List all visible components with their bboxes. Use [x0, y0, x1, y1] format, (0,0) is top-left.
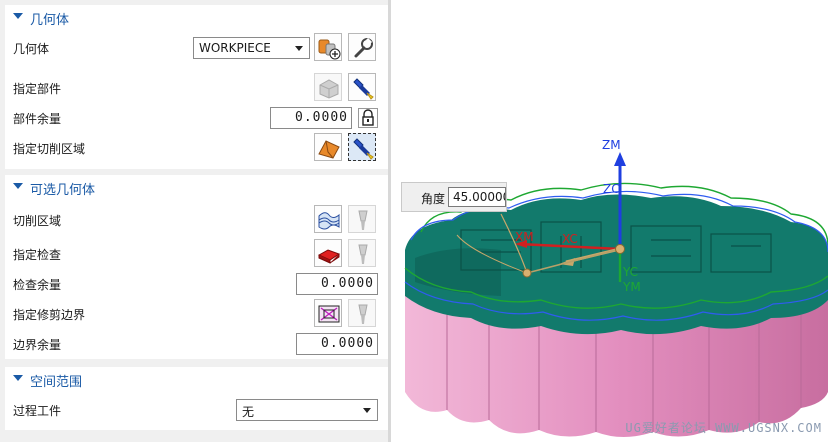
check-row: 指定检查 [5, 239, 388, 269]
select-part-button[interactable] [314, 73, 342, 101]
check-geometry-icon [317, 249, 341, 264]
cut-region-label: 切削区域 [13, 214, 62, 228]
model-render [404, 152, 828, 437]
geometry-select-value: WORKPIECE [199, 41, 271, 55]
lock-icon [362, 109, 374, 126]
chevron-down-icon [295, 46, 303, 51]
part-stock-label: 部件余量 [13, 112, 62, 126]
edit-geometry-button[interactable] [348, 33, 376, 61]
flashlight-icon [353, 138, 374, 160]
flashlight-icon [358, 210, 368, 230]
trim-boundary-row: 指定修剪边界 [5, 299, 388, 329]
chevron-down-icon [363, 408, 371, 413]
section-title: 可选几何体 [30, 183, 96, 198]
check-stock-label: 检查余量 [13, 278, 62, 292]
ipw-select-value: 无 [242, 405, 255, 419]
trim-boundary-label: 指定修剪边界 [13, 308, 86, 322]
show-cut-area-button[interactable] [348, 133, 376, 161]
watermark-text: UG爱好者论坛 WWW.UGSNX.COM [625, 421, 822, 435]
axis-label-zm: ZM [602, 138, 621, 152]
ipw-label: 过程工件 [13, 404, 62, 418]
graphics-viewport[interactable]: ZM ZC XM XC YC YM 角度 45.000000 UG爱好者论坛 W… [391, 0, 828, 442]
axis-label-xc: XC [562, 232, 578, 246]
trim-stock-row: 边界余量 0.0000 [5, 329, 388, 359]
cut-area-icon [318, 140, 340, 159]
part-row: 指定部件 [5, 73, 388, 103]
create-geometry-icon [318, 39, 341, 60]
axis-label-ym: YM [623, 280, 641, 294]
ipw-select[interactable]: 无 [236, 399, 378, 421]
cut-area-row: 指定切削区域 [5, 133, 388, 163]
flashlight-icon [358, 304, 368, 324]
part-label: 指定部件 [13, 82, 62, 96]
trim-stock-input[interactable]: 0.0000 [296, 333, 378, 355]
geometry-section-header[interactable]: 几何体 [5, 5, 388, 31]
select-cut-area-button[interactable] [314, 133, 342, 161]
check-stock-row: 检查余量 0.0000 [5, 269, 388, 299]
optional-geometry-section: 可选几何体 切削区域 指定检查 检查余量 0.0000 指定修剪边界 边界余量 … [5, 175, 388, 359]
show-check-button[interactable] [348, 239, 376, 267]
select-trim-boundary-button[interactable] [314, 299, 342, 327]
collapse-caret-icon[interactable] [13, 13, 23, 19]
angle-label: 角度 [421, 192, 446, 206]
optional-geometry-header[interactable]: 可选几何体 [5, 175, 388, 201]
ipw-row: 过程工件 无 [5, 395, 388, 425]
show-cut-region-button[interactable] [348, 205, 376, 233]
cut-area-label: 指定切削区域 [13, 142, 86, 156]
check-label: 指定检查 [13, 248, 62, 262]
section-title: 几何体 [30, 13, 70, 28]
check-stock-input[interactable]: 0.0000 [296, 273, 378, 295]
trim-boundary-icon [318, 305, 340, 323]
cut-region-row: 切削区域 [5, 205, 388, 235]
collapse-caret-icon[interactable] [13, 375, 23, 381]
section-title: 空间范围 [30, 375, 83, 390]
operation-dialog-panel: 几何体 几何体 WORKPIECE 指定部件 部件余量 0.0000 指定切削区… [0, 0, 391, 442]
spatial-range-header[interactable]: 空间范围 [5, 367, 388, 393]
create-geometry-button[interactable] [314, 33, 342, 61]
spatial-range-section: 空间范围 过程工件 无 [5, 367, 388, 430]
collapse-caret-icon[interactable] [13, 183, 23, 189]
select-part-icon [319, 79, 339, 99]
show-trim-boundary-button[interactable] [348, 299, 376, 327]
lock-button[interactable] [358, 108, 378, 128]
angle-input[interactable]: 45.000000 [448, 187, 506, 207]
part-stock-input[interactable]: 0.0000 [270, 107, 352, 129]
axis-label-yc: YC [623, 265, 639, 279]
geometry-section: 几何体 几何体 WORKPIECE 指定部件 部件余量 0.0000 指定切削区… [5, 5, 388, 169]
select-check-button[interactable] [314, 239, 342, 267]
flashlight-icon [358, 244, 368, 264]
cut-region-icon [318, 212, 340, 230]
geometry-row: 几何体 WORKPIECE [5, 33, 388, 63]
trim-stock-label: 边界余量 [13, 338, 62, 352]
flashlight-icon [353, 78, 374, 100]
select-cut-region-button[interactable] [314, 205, 342, 233]
part-stock-row: 部件余量 0.0000 [5, 103, 388, 133]
axis-label-zc: ZC [603, 182, 620, 196]
geometry-select[interactable]: WORKPIECE [193, 37, 310, 59]
angle-input-box: 角度 45.000000 [401, 182, 507, 212]
geometry-label: 几何体 [13, 42, 50, 56]
axis-label-xm: XM [515, 230, 534, 244]
show-part-button[interactable] [348, 73, 376, 101]
edit-wrench-icon [354, 37, 373, 58]
